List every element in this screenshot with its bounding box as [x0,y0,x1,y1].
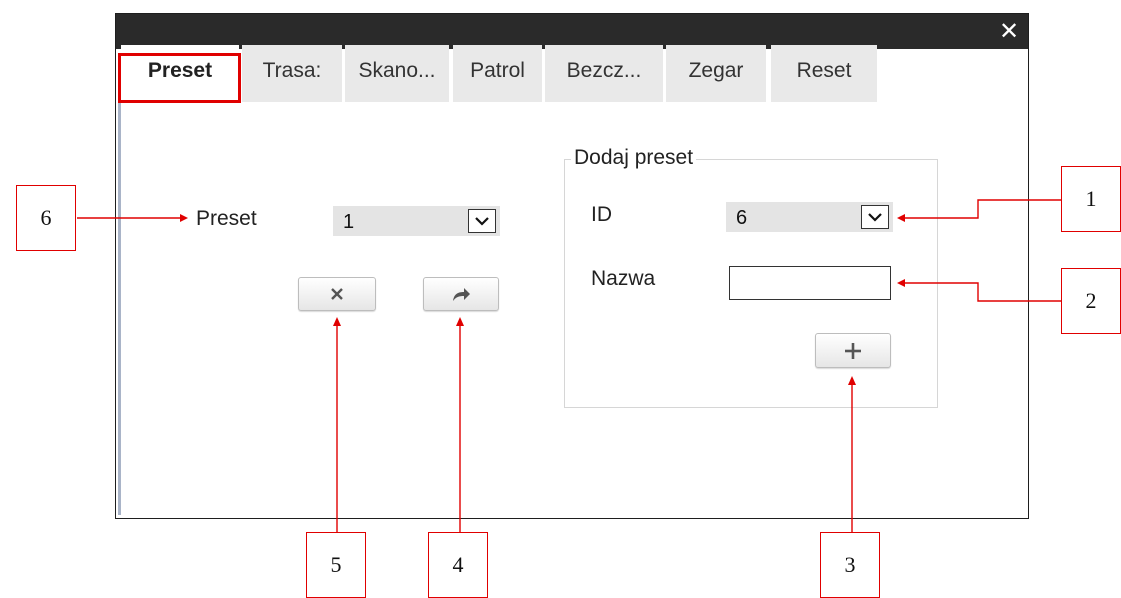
arrowhead-6 [180,214,188,222]
callout-4: 4 [428,532,488,598]
callout-3: 3 [820,532,880,598]
callout-number: 6 [40,205,52,230]
callout-number: 1 [1085,186,1097,211]
tab-highlight-box [118,53,241,103]
callout-6: 6 [16,185,76,251]
arrowhead-3 [848,376,856,385]
callout-1: 1 [1061,166,1121,232]
arrowhead-2 [897,279,905,287]
callout-5: 5 [306,532,366,598]
arrowhead-1 [897,214,905,222]
callout-2: 2 [1061,268,1121,334]
leader-line-1 [905,199,1061,219]
arrowhead-5 [333,317,341,326]
callout-number: 2 [1085,288,1097,313]
callout-number: 3 [844,552,856,577]
leader-line-2 [905,282,1061,302]
annotation-overlay [77,53,1061,532]
callout-number: 5 [330,552,342,577]
callout-number: 4 [452,552,464,577]
arrowhead-4 [456,317,464,326]
